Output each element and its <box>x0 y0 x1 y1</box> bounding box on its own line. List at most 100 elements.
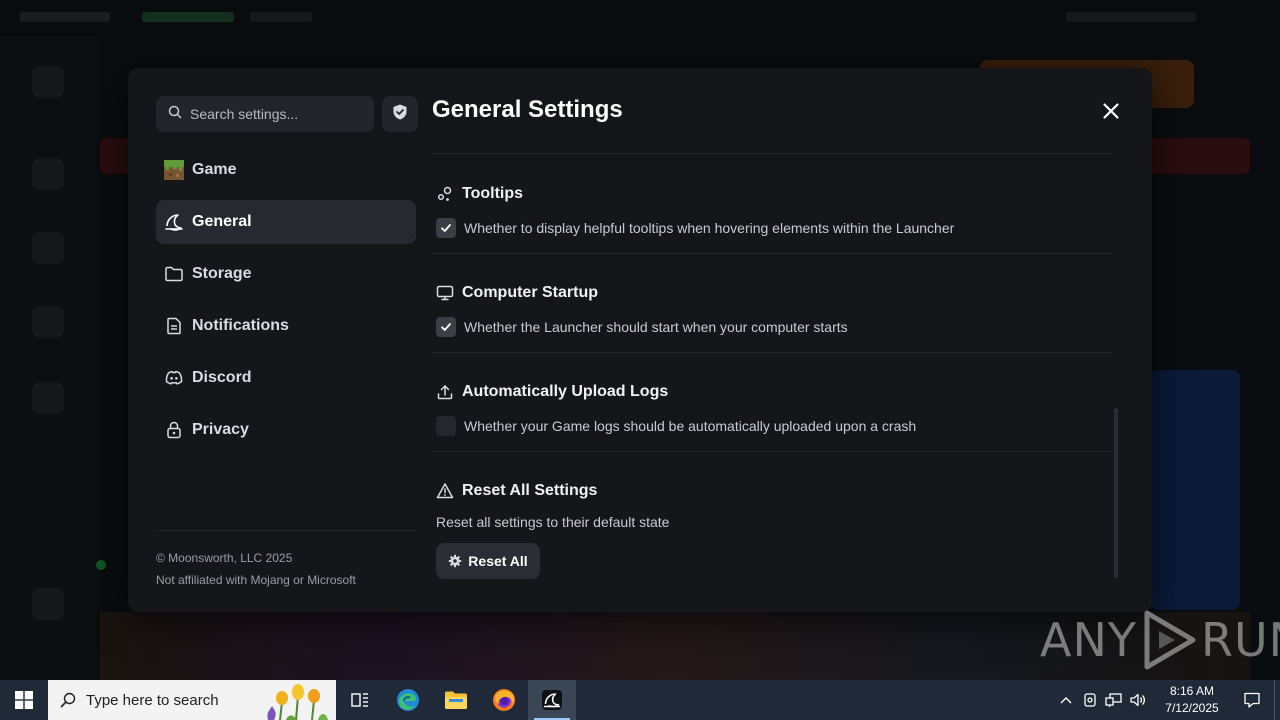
settings-nav: Game General Storage Notifications Disco… <box>156 148 416 460</box>
upload-logs-option[interactable]: Whether your Game logs should be automat… <box>436 416 1112 436</box>
start-button[interactable] <box>0 680 48 720</box>
speaker-icon <box>1130 693 1146 707</box>
network-icon <box>1105 693 1122 707</box>
upload-logs-checkbox[interactable] <box>436 416 456 436</box>
section-title: Computer Startup <box>462 284 598 301</box>
privacy-shield-button[interactable] <box>382 96 418 132</box>
section-divider <box>432 253 1112 254</box>
sidebar-footer: © Moonsworth, LLC 2025 Not affiliated wi… <box>156 547 356 591</box>
reset-all-label: Reset All <box>468 553 528 569</box>
close-button[interactable] <box>1098 100 1124 126</box>
section-title: Reset All Settings <box>462 482 598 499</box>
watermark-right-text: RUN <box>1200 613 1280 667</box>
sidebar-item-label: Storage <box>192 265 252 282</box>
tray-volume[interactable] <box>1126 692 1150 708</box>
settings-content: Tooltips Whether to display helpful tool… <box>432 153 1112 579</box>
search-icon <box>168 105 182 124</box>
close-icon <box>1102 102 1120 125</box>
windows-logo-icon <box>15 691 33 709</box>
monitor-icon <box>436 284 454 302</box>
tray-device[interactable] <box>1078 692 1102 708</box>
grass-block-icon <box>164 160 184 180</box>
background-top-bar <box>0 0 1280 36</box>
folder-icon <box>445 691 467 709</box>
sidebar-item-label: Discord <box>192 369 252 386</box>
clock-date: 7/12/2025 <box>1165 701 1219 715</box>
check-icon <box>441 224 451 232</box>
sidebar-item-general[interactable]: General <box>156 200 416 244</box>
launcher-logo-icon <box>164 212 184 232</box>
gear-icon <box>448 554 462 568</box>
sidebar-item-label: Game <box>192 161 237 178</box>
background-sidebar <box>0 36 98 680</box>
sidebar-item-discord[interactable]: Discord <box>156 356 416 400</box>
content-scrollbar[interactable] <box>1114 408 1118 578</box>
edge-icon <box>397 689 419 711</box>
tooltips-option[interactable]: Whether to display helpful tooltips when… <box>436 218 1112 238</box>
taskbar-task-view[interactable] <box>336 680 384 720</box>
section-divider <box>432 352 1112 353</box>
warning-icon <box>436 482 454 500</box>
section-divider <box>432 451 1112 452</box>
page-title: General Settings <box>432 96 623 123</box>
system-tray: 8:16 AM 7/12/2025 <box>1054 680 1280 720</box>
taskbar-firefox[interactable] <box>480 680 528 720</box>
computer-startup-option[interactable]: Whether the Launcher should start when y… <box>436 317 1112 337</box>
copyright-text: © Moonsworth, LLC 2025 <box>156 551 293 565</box>
taskbar-search[interactable]: Type here to search <box>48 680 336 720</box>
option-label: Whether the Launcher should start when y… <box>464 319 848 335</box>
taskbar-edge[interactable] <box>384 680 432 720</box>
sidebar-item-storage[interactable]: Storage <box>156 252 416 296</box>
sidebar-item-game[interactable]: Game <box>156 148 416 192</box>
launcher-logo-icon <box>542 690 562 710</box>
reset-description: Reset all settings to their default stat… <box>436 514 670 530</box>
section-title: Tooltips <box>462 185 524 202</box>
search-icon <box>60 692 76 708</box>
taskbar-search-placeholder: Type here to search <box>86 691 219 709</box>
chevron-up-icon <box>1060 697 1072 704</box>
clock-time: 8:16 AM <box>1169 684 1215 698</box>
section-title: Automatically Upload Logs <box>462 383 669 400</box>
upload-icon <box>436 383 454 401</box>
sidebar-footer-divider <box>156 530 416 531</box>
tray-overflow-button[interactable] <box>1054 696 1078 704</box>
search-box[interactable] <box>156 96 374 132</box>
section-divider <box>432 153 1112 154</box>
sidebar-item-label: General <box>192 213 252 230</box>
taskbar-file-explorer[interactable] <box>432 680 480 720</box>
tooltips-checkbox[interactable] <box>436 218 456 238</box>
shield-icon <box>391 103 409 126</box>
computer-startup-checkbox[interactable] <box>436 317 456 337</box>
search-input[interactable] <box>190 106 370 122</box>
tray-network[interactable] <box>1102 692 1126 708</box>
check-icon <box>441 323 451 331</box>
document-icon <box>164 316 184 336</box>
discord-icon <box>164 368 184 388</box>
sidebar-item-notifications[interactable]: Notifications <box>156 304 416 348</box>
disclaimer-text: Not affiliated with Mojang or Microsoft <box>156 573 356 587</box>
device-icon <box>1084 693 1096 707</box>
notification-center-button[interactable] <box>1230 691 1274 709</box>
watermark-left-text: ANY <box>1040 613 1137 667</box>
sidebar-item-privacy[interactable]: Privacy <box>156 408 416 452</box>
tooltip-icon <box>436 185 454 203</box>
notification-icon <box>1244 692 1260 708</box>
windows-taskbar: Type here to search 8:16 AM 7/12/2025 <box>0 680 1280 720</box>
folder-icon <box>164 264 184 284</box>
anyrun-watermark: ANY RUN <box>1040 608 1280 672</box>
reset-all-button[interactable]: Reset All <box>436 543 540 579</box>
show-desktop-button[interactable] <box>1274 680 1280 720</box>
sidebar-item-label: Notifications <box>192 317 289 334</box>
taskbar-clock[interactable]: 8:16 AM 7/12/2025 <box>1154 683 1230 717</box>
task-view-icon <box>351 693 368 707</box>
sidebar-item-label: Privacy <box>192 421 249 438</box>
tooltips-heading: Tooltips <box>432 185 1112 203</box>
firefox-icon <box>493 689 515 711</box>
settings-modal: Game General Storage Notifications Disco… <box>128 68 1152 612</box>
flowers-icon <box>267 684 328 720</box>
taskbar-lunar-launcher[interactable] <box>528 680 576 720</box>
option-label: Whether to display helpful tooltips when… <box>464 220 955 236</box>
reset-heading: Reset All Settings <box>432 482 1112 500</box>
computer-startup-heading: Computer Startup <box>432 284 1112 302</box>
upload-logs-heading: Automatically Upload Logs <box>432 383 1112 401</box>
